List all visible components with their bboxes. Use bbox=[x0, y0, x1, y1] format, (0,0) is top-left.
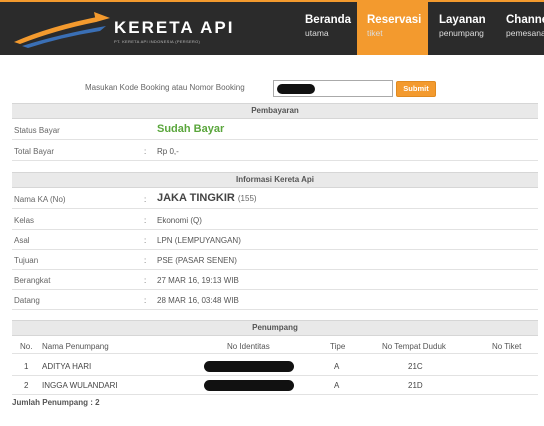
separator: : bbox=[144, 147, 147, 156]
passenger-type: A bbox=[334, 381, 340, 390]
total-bayar-row: Total Bayar : Rp 0,- bbox=[12, 141, 538, 161]
total-bayar-label: Total Bayar bbox=[14, 147, 55, 156]
kereta-api-logo[interactable]: KERETA API PT. KERETA API INDONESIA (PER… bbox=[10, 6, 250, 50]
tujuan-value: PSE (PASAR SENEN) bbox=[157, 256, 237, 265]
col-identitas: No Identitas bbox=[227, 342, 270, 351]
datang-label: Datang bbox=[14, 296, 40, 305]
passenger-type: A bbox=[334, 362, 340, 371]
nav-beranda-subtitle: utama bbox=[305, 28, 329, 38]
payment-section-header: Pembayaran bbox=[12, 103, 538, 119]
separator: : bbox=[144, 195, 147, 204]
tujuan-label: Tujuan bbox=[14, 256, 39, 265]
berangkat-row: Berangkat : 27 MAR 16, 19:13 WIB bbox=[12, 270, 538, 290]
berangkat-value: 27 MAR 16, 19:13 WIB bbox=[157, 276, 239, 285]
kelas-row: Kelas : Ekonomi (Q) bbox=[12, 210, 538, 230]
train-info-section-header: Informasi Kereta Api bbox=[12, 172, 538, 188]
redacted-booking-code bbox=[277, 84, 315, 94]
kelas-value: Ekonomi (Q) bbox=[157, 216, 202, 225]
nav-channel-subtitle: pemesanan bbox=[506, 28, 544, 38]
redacted-identity bbox=[204, 361, 294, 372]
train-number: (155) bbox=[237, 194, 257, 203]
logo-subtitle: PT. KERETA API INDONESIA (PERSERO) bbox=[114, 39, 201, 44]
status-bayar-label: Status Bayar bbox=[14, 126, 60, 135]
nav-channel[interactable]: Channel pemesanan bbox=[496, 2, 544, 55]
passenger-name: ADITYA HARI bbox=[42, 362, 92, 371]
col-tempat-duduk: No Tempat Duduk bbox=[382, 342, 446, 351]
status-bayar-value: Sudah Bayar bbox=[157, 123, 225, 135]
redacted-identity bbox=[204, 380, 294, 391]
col-tiket: No Tiket bbox=[492, 342, 522, 351]
berangkat-label: Berangkat bbox=[14, 276, 51, 285]
nav-reservasi[interactable]: Reservasi tiket bbox=[357, 2, 428, 55]
separator: : bbox=[144, 276, 147, 285]
train-name-row: Nama KA (No) : JAKA TINGKIR (155) bbox=[12, 189, 538, 209]
total-bayar-value: Rp 0,- bbox=[157, 147, 179, 156]
nav-layanan-subtitle: penumpang bbox=[439, 28, 484, 38]
passenger-seat: 21D bbox=[408, 381, 423, 390]
table-row: 1 ADITYA HARI A 21C bbox=[12, 357, 538, 376]
status-bayar-row: Status Bayar Sudah Bayar bbox=[12, 120, 538, 140]
col-tipe: Tipe bbox=[330, 342, 346, 351]
passenger-section-header: Penumpang bbox=[12, 320, 538, 336]
separator: : bbox=[144, 296, 147, 305]
passenger-no: 2 bbox=[24, 381, 29, 390]
separator: : bbox=[144, 216, 147, 225]
booking-code-input[interactable] bbox=[273, 80, 393, 97]
passenger-seat: 21C bbox=[408, 362, 423, 371]
passenger-table-header: No. Nama Penumpang No Identitas Tipe No … bbox=[12, 338, 538, 354]
passenger-count: Jumlah Penumpang : 2 bbox=[12, 398, 100, 407]
separator: : bbox=[144, 256, 147, 265]
datang-row: Datang : 28 MAR 16, 03:48 WIB bbox=[12, 290, 538, 310]
logo-swoosh-icon bbox=[14, 12, 110, 48]
tujuan-row: Tujuan : PSE (PASAR SENEN) bbox=[12, 250, 538, 270]
nav-beranda-title: Beranda bbox=[305, 14, 352, 26]
booking-code-label: Masukan Kode Booking atau Nomor Booking bbox=[85, 83, 245, 92]
passenger-no: 1 bbox=[24, 362, 29, 371]
separator: : bbox=[144, 236, 147, 245]
train-name-label: Nama KA (No) bbox=[14, 195, 66, 204]
asal-value: LPN (LEMPUYANGAN) bbox=[157, 236, 241, 245]
logo-text: KERETA API bbox=[114, 18, 235, 37]
nav-layanan[interactable]: Layanan penumpang bbox=[428, 2, 496, 55]
kelas-label: Kelas bbox=[14, 216, 35, 225]
asal-label: Asal bbox=[14, 236, 30, 245]
train-name-value: JAKA TINGKIR (155) bbox=[157, 192, 257, 204]
nav-reservasi-subtitle: tiket bbox=[367, 28, 383, 38]
col-nama: Nama Penumpang bbox=[42, 342, 109, 351]
train-name: JAKA TINGKIR bbox=[157, 192, 235, 204]
asal-row: Asal : LPN (LEMPUYANGAN) bbox=[12, 230, 538, 250]
table-row: 2 INGGA WULANDARI A 21D bbox=[12, 376, 538, 395]
nav-layanan-title: Layanan bbox=[439, 14, 486, 26]
datang-value: 28 MAR 16, 03:48 WIB bbox=[157, 296, 239, 305]
submit-button[interactable]: Submit bbox=[396, 81, 436, 97]
top-header: KERETA API PT. KERETA API INDONESIA (PER… bbox=[0, 0, 544, 55]
passenger-name: INGGA WULANDARI bbox=[42, 381, 118, 390]
nav-reservasi-title: Reservasi bbox=[367, 14, 422, 26]
nav-beranda[interactable]: Beranda utama bbox=[295, 2, 357, 55]
nav-channel-title: Channel bbox=[506, 14, 544, 26]
col-no: No. bbox=[20, 342, 33, 351]
